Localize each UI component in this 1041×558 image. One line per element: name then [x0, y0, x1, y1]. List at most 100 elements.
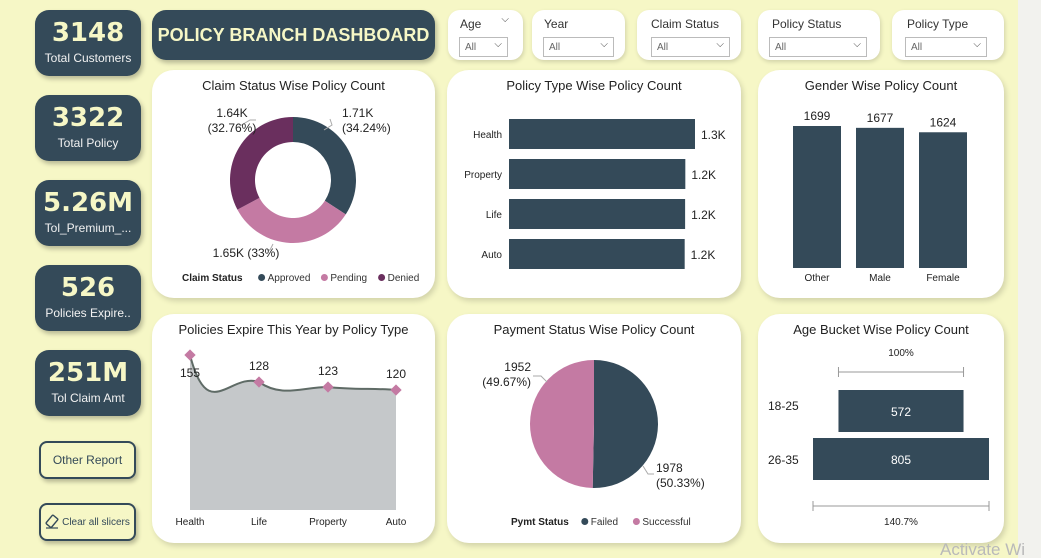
slicer-label: Policy Type	[907, 17, 969, 31]
right-edge-strip	[1018, 0, 1041, 558]
legend-title: Pymt Status	[511, 517, 569, 528]
legend-swatch	[378, 274, 386, 281]
chevron-down-icon: ⌵	[494, 39, 502, 50]
donut-slice-pending	[237, 197, 346, 244]
data-label: (50.33%)	[656, 476, 705, 490]
slicer-dropdown[interactable]: All ⌵	[769, 37, 867, 57]
gender-bar-chart: 1699 Other 1677 Male 1624 Female	[793, 109, 967, 284]
kpi-value: 3148	[51, 18, 125, 48]
data-label: 155	[180, 366, 200, 380]
chevron-down-icon: ⌵	[501, 14, 509, 25]
legend-item: Approved	[268, 273, 311, 284]
card-gender: Gender Wise Policy Count 1699 Other 1677 Ma…	[758, 70, 1004, 298]
leader-line	[642, 465, 654, 475]
kpi-label: Tol Claim Amt	[51, 391, 125, 405]
other-report-button[interactable]: Other Report	[39, 441, 136, 479]
legend-swatch	[632, 518, 640, 525]
legend-item: Failed	[591, 517, 618, 528]
category-label: Auto	[481, 250, 502, 261]
card-payment-status: Payment Status Wise Policy Count 1978 (50…	[447, 314, 741, 543]
chevron-down-icon: ⌵	[600, 39, 608, 50]
category-label: Other	[804, 273, 830, 284]
data-label: 1.2K	[691, 168, 716, 182]
funnel-bottom-label: 140.7%	[884, 517, 918, 528]
slicer-policy-type[interactable]: Policy Type All ⌵	[892, 10, 1004, 60]
activate-windows-watermark: Activate Wi	[940, 540, 1026, 558]
data-label: 1.65K (33%)	[213, 246, 280, 260]
slicer-value: All	[775, 42, 787, 53]
data-label: 120	[386, 367, 406, 381]
slicer-dropdown[interactable]: All ⌵	[459, 37, 508, 57]
category-label: Property	[464, 170, 502, 181]
bar	[919, 132, 967, 268]
chevron-down-icon: ⌵	[716, 39, 724, 50]
kpi-total-claim-amount: 251M Tol Claim Amt	[35, 350, 141, 416]
slicer-claim-status[interactable]: Claim Status All ⌵	[637, 10, 741, 60]
kpi-policies-expire: 526 Policies Expire..	[35, 265, 141, 331]
chevron-down-icon: ⌵	[853, 39, 861, 50]
clear-slicers-label: Clear all slicers	[62, 516, 130, 528]
data-label: 1624	[930, 115, 957, 129]
kpi-total-customers: 3148 Total Customers	[35, 10, 141, 76]
bar	[856, 127, 904, 268]
category-label: 26-35	[768, 453, 799, 467]
kpi-value: 251M	[47, 358, 129, 388]
data-label: 128	[249, 359, 269, 373]
legend-swatch	[258, 274, 266, 281]
pie-slice-failed	[592, 360, 658, 488]
data-label: (34.24%)	[342, 121, 391, 135]
kpi-label: Tol_Premium_...	[44, 221, 132, 235]
slicer-dropdown[interactable]: All ⌵	[651, 37, 730, 57]
slicer-year[interactable]: Year All ⌵	[532, 10, 625, 60]
data-label: 805	[891, 453, 911, 467]
kpi-value: 5.26M	[42, 188, 134, 218]
legend-title: Claim Status	[182, 273, 243, 284]
legend-item: Denied	[388, 273, 420, 284]
slicer-label: Year	[544, 17, 569, 31]
slicer-label: Claim Status	[651, 17, 720, 31]
bar	[509, 239, 685, 269]
area-line	[189, 354, 397, 393]
data-label: 572	[891, 405, 911, 419]
leader-line	[533, 375, 548, 383]
slicer-value: All	[549, 42, 561, 53]
slicer-label: Policy Status	[772, 17, 842, 31]
clear-slicers-button[interactable]: Clear all slicers	[39, 503, 136, 541]
other-report-label: Other Report	[52, 453, 123, 467]
kpi-label: Total Policy	[57, 136, 119, 150]
claim-status-donut-chart: 1.71K(34.24%) 1.64K(32.76%) 1.65K (33%) Cla…	[182, 106, 420, 284]
slicer-label: Age	[460, 17, 482, 31]
slicer-age[interactable]: Age ⌵ All ⌵	[448, 10, 523, 60]
kpi-total-policy: 3322 Total Policy	[35, 95, 141, 161]
card-claim-status: Claim Status Wise Policy Count 1.71K (34.…	[152, 70, 435, 298]
category-label: Life	[486, 210, 503, 221]
data-point	[184, 349, 196, 361]
slicer-dropdown[interactable]: All ⌵	[905, 37, 987, 57]
category-label: 18-25	[768, 399, 799, 413]
category-label: Property	[309, 517, 347, 528]
category-label: Health	[176, 517, 205, 528]
card-policies-expire: Policies Expire This Year by Policy Type…	[152, 314, 435, 543]
chevron-down-icon: ⌵	[973, 39, 981, 50]
data-label: 1699	[804, 109, 831, 123]
data-label: 1.64K	[216, 106, 247, 120]
pie-slice-successful	[530, 360, 594, 488]
legend-item: Successful	[642, 517, 690, 528]
slicer-value: All	[911, 42, 923, 53]
legend-item: Pending	[330, 273, 367, 284]
kpi-value: 526	[60, 273, 116, 303]
data-label: 1.2K	[691, 248, 716, 262]
data-label: 1952	[504, 360, 531, 374]
page-title: POLICY BRANCH DASHBOARD	[152, 10, 435, 60]
slicer-policy-status[interactable]: Policy Status All ⌵	[758, 10, 880, 60]
slicer-dropdown[interactable]: All ⌵	[543, 37, 614, 57]
data-label: 1.2K	[691, 208, 716, 222]
data-label: (32.76%)	[208, 121, 257, 135]
kpi-label: Policies Expire..	[45, 306, 131, 320]
policies-expire-area-chart: 155 Health 128 Life 123 Property 120 Auto	[176, 349, 407, 528]
category-label: Male	[869, 273, 891, 284]
kpi-value: 3322	[51, 103, 125, 133]
data-label: 1.3K	[701, 128, 726, 142]
bar	[793, 126, 841, 268]
category-label: Life	[251, 517, 268, 528]
